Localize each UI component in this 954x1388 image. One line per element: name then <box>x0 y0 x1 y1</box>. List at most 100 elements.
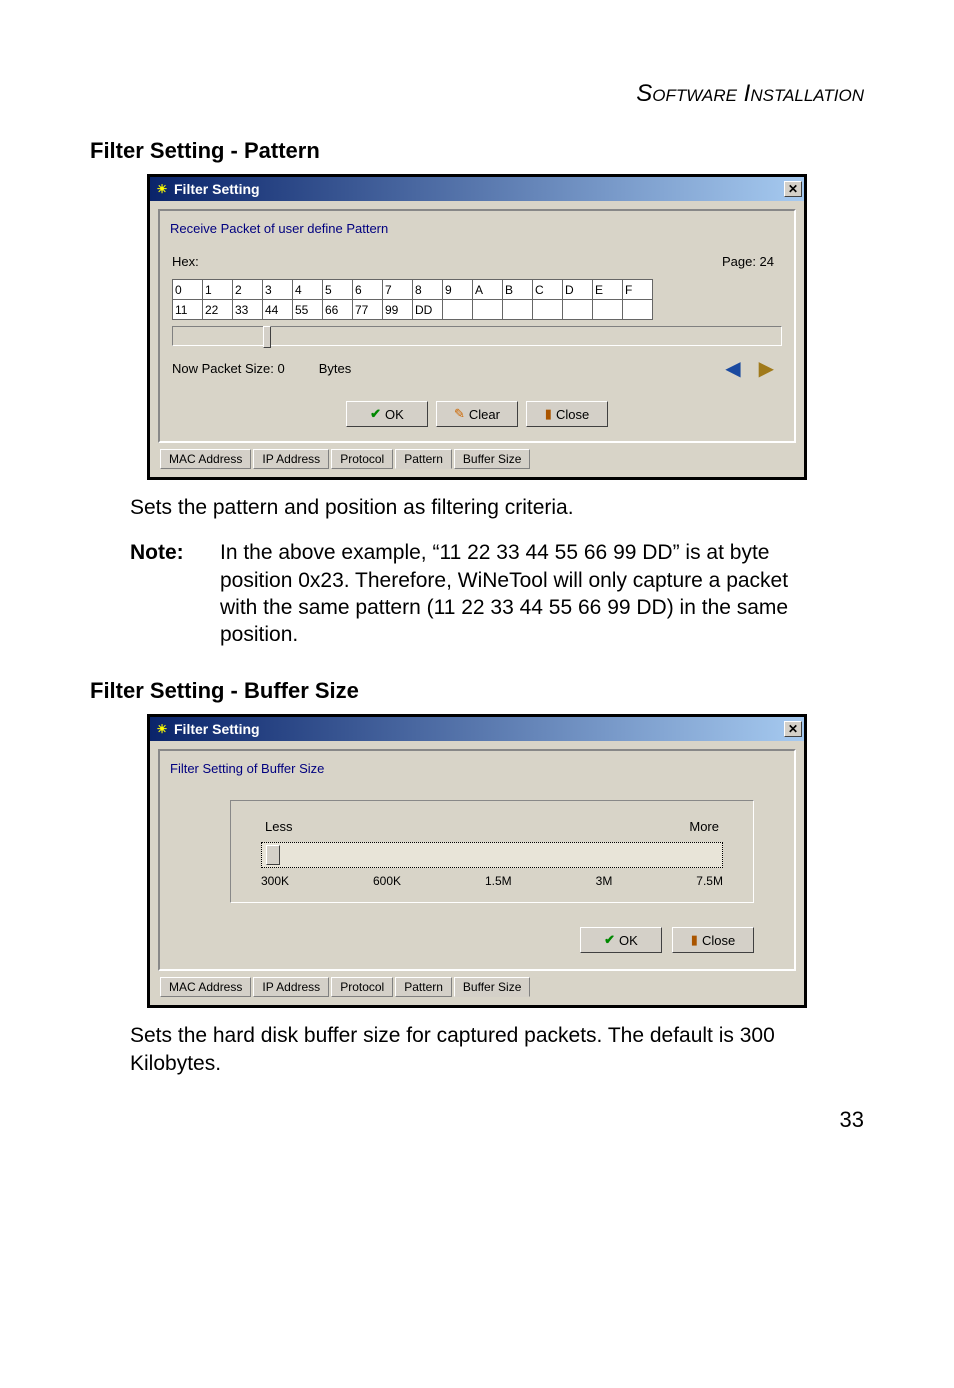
slider-tick: 1.5M <box>485 874 512 888</box>
hex-value-cell[interactable]: 99 <box>383 300 413 320</box>
dialog-title: Filter Setting <box>174 181 784 197</box>
hex-header-cell: 8 <box>413 280 443 300</box>
tab-mac-address[interactable]: MAC Address <box>160 977 251 997</box>
more-label: More <box>689 819 719 834</box>
section1-desc: Sets the pattern and position as filteri… <box>130 494 824 521</box>
section-title-pattern: Filter Setting - Pattern <box>90 138 864 164</box>
hex-label: Hex: <box>172 254 199 269</box>
check-icon: ✔ <box>604 932 615 948</box>
hex-value-cell[interactable]: 44 <box>263 300 293 320</box>
slider-tick: 600K <box>373 874 401 888</box>
app-icon: ☀ <box>154 181 170 197</box>
hex-value-cell[interactable]: 77 <box>353 300 383 320</box>
note-label: Note: <box>130 539 220 648</box>
tab-protocol[interactable]: Protocol <box>331 977 393 997</box>
hex-header-cell: 3 <box>263 280 293 300</box>
tab-ip-address[interactable]: IP Address <box>253 977 329 997</box>
door-icon: ▮ <box>545 406 552 422</box>
hex-header-cell: 4 <box>293 280 323 300</box>
clear-label: Clear <box>469 407 500 422</box>
hex-value-cell[interactable]: 22 <box>203 300 233 320</box>
hex-value-cell[interactable]: DD <box>413 300 443 320</box>
tab-mac-address[interactable]: MAC Address <box>160 449 251 469</box>
note-text: In the above example, “11 22 33 44 55 66… <box>220 539 824 648</box>
ok-button[interactable]: ✔ OK <box>580 927 662 953</box>
ok-button[interactable]: ✔ OK <box>346 401 428 427</box>
page-heading: Software Installation <box>90 80 864 108</box>
section-title-buffer: Filter Setting - Buffer Size <box>90 678 864 704</box>
group-pattern: Receive Packet of user define Pattern He… <box>158 209 796 443</box>
hex-header-cell: B <box>503 280 533 300</box>
tab-buffer-size[interactable]: Buffer Size <box>454 449 530 469</box>
hex-value-cell[interactable]: 33 <box>233 300 263 320</box>
hex-value-cell[interactable] <box>563 300 593 320</box>
tabs-buffer: MAC AddressIP AddressProtocolPatternBuff… <box>154 975 800 1001</box>
hex-header-cell: 2 <box>233 280 263 300</box>
slider-tick: 3M <box>596 874 613 888</box>
hex-header-cell: 5 <box>323 280 353 300</box>
dialog-title: Filter Setting <box>174 721 784 737</box>
section2-desc: Sets the hard disk buffer size for captu… <box>130 1022 824 1077</box>
check-icon: ✔ <box>370 406 381 422</box>
hex-header-cell: E <box>593 280 623 300</box>
hex-value-cell[interactable] <box>473 300 503 320</box>
buffer-slider[interactable] <box>261 842 723 868</box>
tab-protocol[interactable]: Protocol <box>331 449 393 469</box>
door-icon: ▮ <box>691 932 698 948</box>
titlebar-buffer: ☀ Filter Setting ✕ <box>150 717 804 741</box>
close-icon[interactable]: ✕ <box>784 181 802 197</box>
close-label: Close <box>702 933 735 948</box>
scroll-thumb[interactable] <box>263 326 271 348</box>
close-icon[interactable]: ✕ <box>784 721 802 737</box>
hex-value-cell[interactable]: 55 <box>293 300 323 320</box>
hex-header-cell: 0 <box>173 280 203 300</box>
hex-header-cell: C <box>533 280 563 300</box>
hex-value-cell[interactable] <box>623 300 653 320</box>
tab-ip-address[interactable]: IP Address <box>253 449 329 469</box>
hex-header-cell: D <box>563 280 593 300</box>
brush-icon: ✎ <box>454 406 465 422</box>
group-label: Filter Setting of Buffer Size <box>170 761 784 776</box>
close-label: Close <box>556 407 589 422</box>
hex-value-cell[interactable] <box>533 300 563 320</box>
scrollbar[interactable] <box>172 326 782 346</box>
hex-value-cell[interactable]: 66 <box>323 300 353 320</box>
hex-header-cell: F <box>623 280 653 300</box>
tabs-pattern: MAC AddressIP AddressProtocolPatternBuff… <box>154 447 800 473</box>
close-button[interactable]: ▮ Close <box>526 401 608 427</box>
tab-pattern[interactable]: Pattern <box>395 977 452 997</box>
slider-box: Less More 300K 600K 1.5M 3M 7.5M <box>230 800 754 903</box>
page-number: 33 <box>90 1107 864 1133</box>
hex-header-cell: 7 <box>383 280 413 300</box>
close-button[interactable]: ▮ Close <box>672 927 754 953</box>
ok-label: OK <box>385 407 404 422</box>
page-indicator: Page: 24 <box>722 254 774 269</box>
slider-thumb[interactable] <box>266 845 280 865</box>
clear-button[interactable]: ✎ Clear <box>436 401 518 427</box>
dialog-filter-pattern: ☀ Filter Setting ✕ Receive Packet of use… <box>147 174 807 480</box>
hex-header-cell: A <box>473 280 503 300</box>
hex-value-cell[interactable] <box>443 300 473 320</box>
app-icon: ☀ <box>154 721 170 737</box>
nowpkt-label: Now Packet Size: 0 <box>172 361 285 376</box>
hex-grid: 0123456789ABCDEF 1122334455667799DD <box>172 279 784 320</box>
hex-header-cell: 9 <box>443 280 473 300</box>
slider-tick: 7.5M <box>696 874 723 888</box>
hex-header-cell: 6 <box>353 280 383 300</box>
hex-header-cell: 1 <box>203 280 233 300</box>
bytes-label: Bytes <box>319 361 352 376</box>
slider-tick: 300K <box>261 874 289 888</box>
less-label: Less <box>265 819 292 834</box>
tab-buffer-size[interactable]: Buffer Size <box>454 977 530 997</box>
arrow-right-icon[interactable]: ▶ <box>759 356 774 381</box>
hex-value-cell[interactable] <box>503 300 533 320</box>
note-block: Note: In the above example, “11 22 33 44… <box>130 539 824 648</box>
arrow-left-icon[interactable]: ◀ <box>725 356 740 381</box>
group-buffer: Filter Setting of Buffer Size Less More … <box>158 749 796 971</box>
hex-value-cell[interactable] <box>593 300 623 320</box>
titlebar-pattern: ☀ Filter Setting ✕ <box>150 177 804 201</box>
tab-pattern[interactable]: Pattern <box>395 449 452 469</box>
group-label: Receive Packet of user define Pattern <box>170 221 784 236</box>
hex-value-cell[interactable]: 11 <box>173 300 203 320</box>
ok-label: OK <box>619 933 638 948</box>
